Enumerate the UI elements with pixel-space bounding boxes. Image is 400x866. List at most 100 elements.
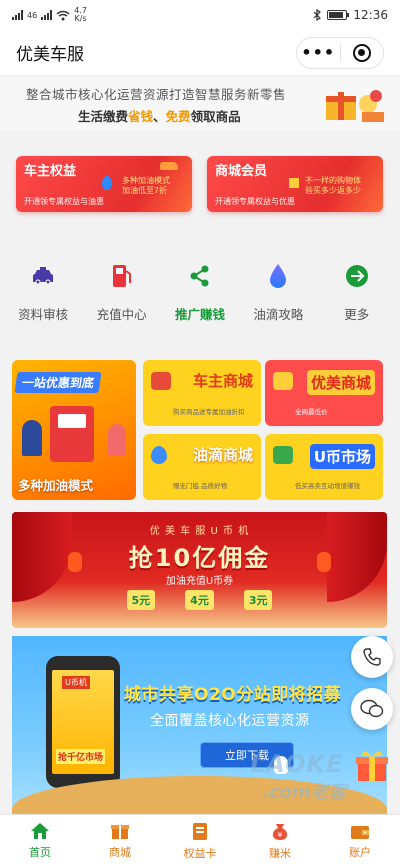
card-icon — [193, 822, 207, 840]
owner-benefits-promo: 多种加油模式 加油低至7折 — [122, 176, 170, 196]
coupon-badge: 5元 — [126, 590, 156, 610]
home-icon — [31, 822, 49, 839]
commission-banner-top: 优 美 车 服 U 币 机 — [149, 526, 250, 537]
target-icon — [352, 43, 371, 62]
wifi-icon — [56, 10, 70, 20]
watermark: LAOKE — [250, 750, 344, 778]
close-miniprogram-button[interactable] — [341, 43, 384, 62]
more-menu-button[interactable]: ••• — [297, 43, 340, 62]
top-banner[interactable]: 整合城市核心化运营资源打造智慧服务新零售 生活缴费省钱、免费领取商品 — [0, 76, 400, 130]
line2-separator: 、 — [153, 109, 166, 124]
owner-benefits-title: 车主权益 — [24, 164, 77, 179]
youmei-mall-card[interactable]: 优美商城 全网最低价 — [265, 360, 383, 426]
call-button[interactable] — [351, 636, 393, 678]
mini-card-subtitle: 低买高卖互动增值赚钱 — [295, 482, 360, 490]
money-bag-icon: ¥ — [272, 823, 288, 840]
phone-icon — [363, 648, 381, 666]
shop-icon — [111, 824, 129, 839]
oil-drop-icon — [151, 446, 167, 464]
promo-line2: 验买多少返多少 — [305, 186, 361, 195]
tab-label: 商城 — [109, 845, 131, 859]
lantern-icon — [68, 552, 82, 572]
quick-nav: 资料审核 充值中心 推广赚钱 油滴攻略 更多 — [0, 262, 400, 338]
recruit-banner-title: 城市共享O2O分站即将招募 — [124, 685, 342, 705]
network-label: 46 — [27, 10, 38, 20]
tab-label: 首页 — [29, 845, 51, 859]
coupon-badge: 3元 — [243, 590, 273, 610]
signal-icon-2 — [41, 10, 53, 20]
nav-bar: 优美车服 ••• — [0, 30, 400, 76]
tab-label: 账户 — [349, 845, 371, 859]
owner-benefits-card[interactable]: 车主权益 多种加油模式 加油低至7折 开通领专属权益与油惠 — [16, 156, 192, 212]
tab-shop[interactable]: 商城 — [80, 815, 160, 866]
mall-member-card[interactable]: 商城会员 不一样的购物体 验买多少返多少 开通领专属权益与优惠 — [207, 156, 383, 212]
line2-suffix: 领取商品 — [190, 109, 241, 124]
quick-nav-label: 更多 — [344, 307, 370, 322]
clock: 12:36 — [353, 8, 388, 22]
arrow-right-icon — [343, 262, 371, 290]
quick-nav-review[interactable]: 资料审核 — [6, 262, 80, 338]
wechat-service-button[interactable] — [351, 688, 393, 730]
phone-screen: U币机 抢千亿市场 — [52, 670, 114, 774]
gift-icon — [356, 751, 388, 781]
gift-icon — [289, 178, 299, 188]
fuel-pump-icon — [108, 262, 136, 290]
svg-text:¥: ¥ — [278, 831, 283, 839]
oil-drop-icon — [102, 176, 112, 190]
person-illustration-2 — [108, 424, 126, 456]
chat-icon — [360, 699, 384, 718]
tab-bar: 首页 商城 权益卡 ¥ 赚米 账户 — [0, 814, 400, 866]
gift-box-illustration — [326, 90, 384, 122]
watermark-sub: .com老客 — [262, 782, 347, 803]
tab-earn[interactable]: ¥ 赚米 — [240, 815, 320, 866]
quick-nav-label: 资料审核 — [18, 307, 69, 322]
oil-drop-mall-card[interactable]: 油滴商城 赠无门槛 品质好物 — [143, 434, 261, 500]
quick-nav-oil-guide[interactable]: 油滴攻略 — [241, 262, 315, 338]
car-icon — [160, 162, 178, 170]
tab-benefit-card[interactable]: 权益卡 — [160, 815, 240, 866]
line2-prefix: 生活缴费 — [78, 109, 129, 124]
phone-illustration: U币机 抢千亿市场 — [46, 656, 120, 788]
share-icon — [186, 262, 214, 290]
tab-label: 赚米 — [269, 846, 291, 860]
commission-banner[interactable]: 优 美 车 服 U 币 机 抢10亿佣金 加油充值U币券 5元 4元 3元 — [12, 512, 387, 628]
taxi-icon — [29, 262, 57, 290]
status-right: 12:36 — [313, 8, 388, 22]
top-banner-line2: 生活缴费省钱、免费领取商品 — [78, 106, 241, 125]
one-stop-discount-card[interactable]: 一站优惠到底 多种加油模式 — [12, 360, 136, 500]
mall-member-title: 商城会员 — [215, 164, 268, 179]
phone-tag: U币机 — [62, 676, 90, 689]
promo-line1: 多种加油模式 — [122, 176, 170, 185]
recruit-banner-subtitle: 全面覆盖核心化运营资源 — [150, 713, 310, 729]
speed-unit: K/s — [74, 14, 87, 23]
quick-nav-recharge[interactable]: 充值中心 — [85, 262, 159, 338]
tab-home[interactable]: 首页 — [0, 815, 80, 866]
promo-grid: 一站优惠到底 多种加油模式 车主商城 购买商品送专属加油折扣 优美商城 全网最低… — [12, 360, 387, 500]
ucoin-market-card[interactable]: U币市场 低买高卖互动增值赚钱 — [265, 434, 383, 500]
network-speed: 4.7 K/s — [74, 7, 87, 23]
mini-card-subtitle: 赠无门槛 品质好物 — [173, 482, 228, 490]
top-banner-line1: 整合城市核心化运营资源打造智慧服务新零售 — [26, 87, 287, 102]
owner-mall-card[interactable]: 车主商城 购买商品送专属加油折扣 — [143, 360, 261, 426]
quick-nav-label: 油滴攻略 — [253, 307, 304, 322]
line2-highlight-1: 省钱 — [128, 109, 154, 124]
promo-line1: 不一样的购物体 — [305, 176, 361, 185]
quick-nav-promote[interactable]: 推广赚钱 — [163, 262, 237, 338]
drop-icon — [264, 262, 292, 290]
commission-banner-subtitle: 加油充值U币券 — [165, 576, 234, 587]
coupon-row: 5元 4元 3元 — [12, 590, 387, 610]
commission-banner-title: 抢10亿佣金 — [128, 544, 271, 572]
gift-icon — [273, 372, 293, 390]
phone-bottom-text: 抢千亿市场 — [56, 749, 106, 764]
status-left: 46 4.7 K/s — [12, 7, 87, 23]
line2-highlight-2: 免费 — [165, 109, 191, 124]
mini-card-subtitle: 购买商品送专属加油折扣 — [173, 408, 245, 416]
quick-nav-more[interactable]: 更多 — [320, 262, 394, 338]
signal-icon — [12, 10, 23, 20]
floating-gift-button[interactable] — [351, 744, 393, 786]
bluetooth-icon — [313, 9, 322, 21]
page-title: 优美车服 — [16, 45, 84, 65]
fuel-pump-illustration — [50, 406, 94, 462]
quick-nav-label: 充值中心 — [96, 307, 147, 322]
tab-account[interactable]: 账户 — [320, 815, 400, 866]
